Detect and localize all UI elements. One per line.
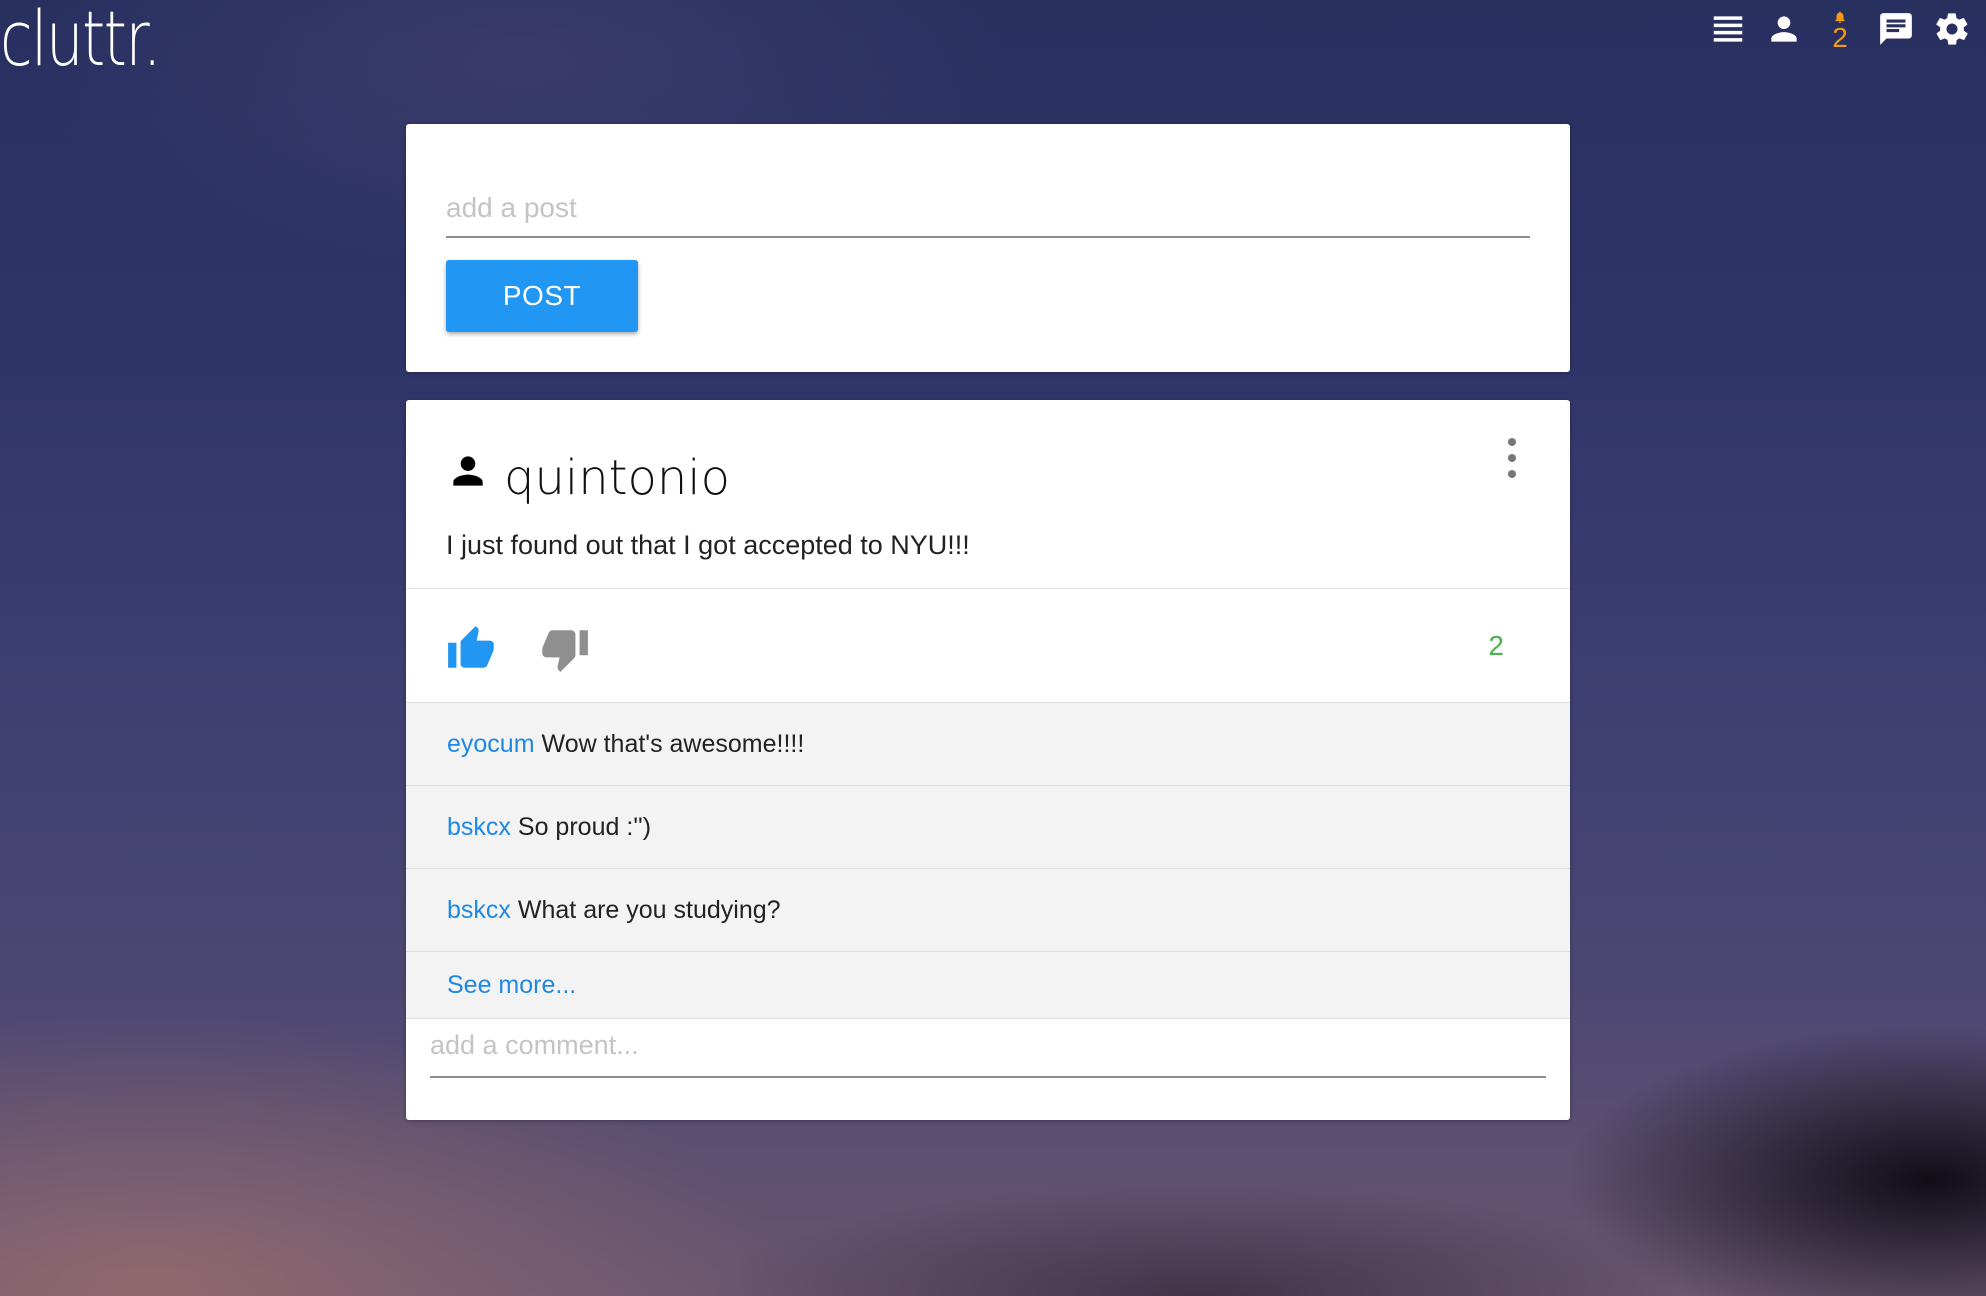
top-nav: 2	[1710, 10, 1970, 52]
comment-user[interactable]: eyocum	[447, 730, 535, 759]
post-header: quintonio	[446, 450, 730, 506]
post-button[interactable]: POST	[446, 260, 638, 332]
post-text: I just found out that I got accepted to …	[446, 530, 970, 560]
comment-item: bskcx So proud :'')	[406, 785, 1570, 868]
comment-item: eyocum Wow that's awesome!!!!	[406, 702, 1570, 785]
comment-item: bskcx What are you studying?	[406, 868, 1570, 951]
divider	[406, 588, 1570, 589]
post-composer-card: POST	[406, 124, 1570, 372]
comment-input[interactable]	[430, 1014, 1546, 1078]
comment-user[interactable]: bskcx	[447, 896, 511, 925]
comments-list: eyocum Wow that's awesome!!!! bskcx So p…	[406, 702, 1570, 1019]
thumbs-down-icon	[542, 630, 588, 672]
nav-messages-button[interactable]	[1878, 10, 1914, 52]
comment-text: So proud :'')	[517, 812, 652, 841]
vote-score: 2	[1488, 630, 1504, 661]
upvote-button[interactable]	[446, 624, 496, 674]
nav-notifications-button[interactable]: 2	[1822, 10, 1858, 52]
settings-gear-icon	[1936, 13, 1968, 45]
user-icon	[453, 456, 483, 486]
downvote-button[interactable]	[540, 624, 590, 674]
nav-settings-button[interactable]	[1934, 10, 1970, 52]
list-icon	[1713, 16, 1743, 42]
post-card: quintonio I just found out that I got ac…	[406, 400, 1570, 1120]
chat-icon	[1880, 13, 1912, 45]
comment-text: Wow that's awesome!!!!	[541, 729, 805, 758]
thumbs-up-icon	[448, 626, 494, 668]
profile-icon	[1771, 16, 1797, 42]
nav-list-button[interactable]	[1710, 10, 1746, 52]
comment-user[interactable]: bskcx	[447, 813, 511, 842]
comment-text: What are you studying?	[517, 895, 781, 924]
app-logo[interactable]: cluttr.	[0, 0, 162, 83]
post-input[interactable]	[446, 180, 1530, 238]
post-author[interactable]: quintonio	[504, 450, 730, 506]
see-more-link[interactable]: See more...	[406, 951, 1570, 1019]
nav-profile-button[interactable]	[1766, 10, 1802, 52]
more-options-icon[interactable]	[1506, 438, 1518, 478]
notification-count-badge: 2	[1832, 22, 1848, 53]
